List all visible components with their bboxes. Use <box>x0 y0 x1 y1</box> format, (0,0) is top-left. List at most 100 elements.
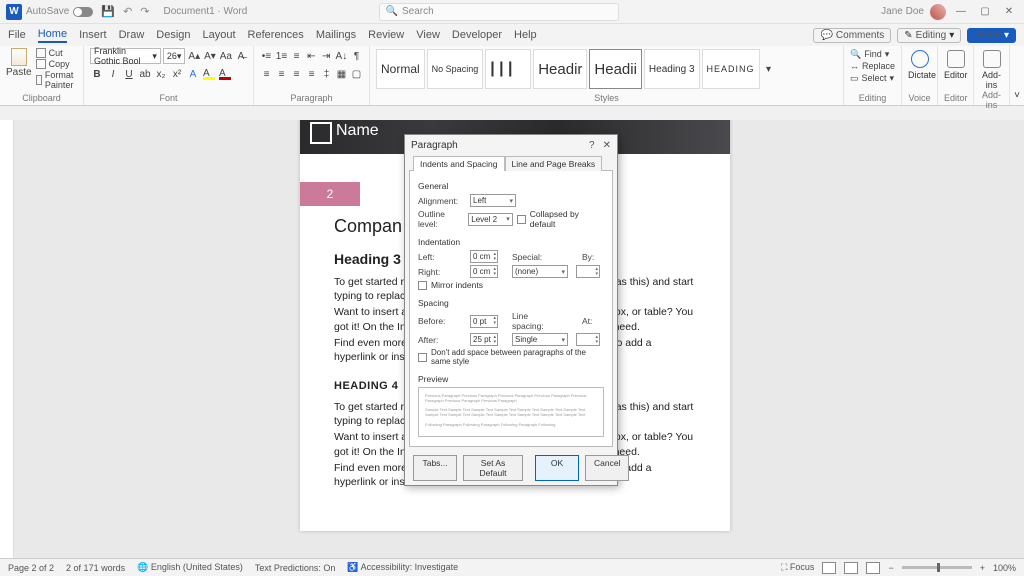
zoom-level[interactable]: 100% <box>993 563 1016 573</box>
style-heading2b[interactable]: Headii <box>589 49 642 89</box>
toggle-off-icon[interactable] <box>73 7 93 17</box>
tab-indents-spacing[interactable]: Indents and Spacing <box>413 156 505 171</box>
collapsed-checkbox[interactable] <box>517 215 526 224</box>
numbering-button[interactable]: 1≡ <box>275 48 288 64</box>
cancel-button[interactable]: Cancel <box>585 455 629 481</box>
style-heading4[interactable]: HEADING <box>702 49 760 89</box>
share-button[interactable]: Share ▾ <box>967 28 1016 43</box>
maximize-button[interactable]: ▢ <box>976 6 994 17</box>
style-heading3[interactable]: Heading 3 <box>644 49 700 89</box>
superscript-button[interactable]: x² <box>170 66 184 82</box>
cut-button[interactable]: Cut <box>36 48 78 58</box>
style-normal[interactable]: Normal <box>376 49 425 89</box>
clear-format-button[interactable]: A̶ <box>235 48 247 64</box>
alignment-select[interactable]: Left▾ <box>470 194 516 207</box>
increase-indent-button[interactable]: ⇥ <box>320 48 333 64</box>
collapse-ribbon-button[interactable]: ˅ <box>1014 90 1020 101</box>
dictate-button[interactable]: Dictate <box>908 48 931 80</box>
tab-help[interactable]: Help <box>514 29 537 41</box>
replace-button[interactable]: ↔ Replace <box>850 60 895 72</box>
tab-developer[interactable]: Developer <box>452 29 502 41</box>
change-case-button[interactable]: Aa <box>219 48 233 64</box>
font-name-select[interactable]: Franklin Gothic Bool▾ <box>90 48 161 64</box>
addins-button[interactable]: Add-ins <box>980 48 1003 90</box>
shading-button[interactable]: ▦ <box>335 66 348 82</box>
language[interactable]: 🌐 English (United States) <box>137 562 243 573</box>
styles-more-button[interactable]: ▾ <box>762 61 776 77</box>
redo-icon[interactable]: ↷ <box>140 5 149 18</box>
shrink-font-button[interactable]: A▾ <box>203 48 217 64</box>
tabs-button[interactable]: Tabs... <box>413 455 457 481</box>
text-effects-button[interactable]: A <box>186 66 200 82</box>
indent-left-input[interactable]: 0 cm <box>470 250 498 263</box>
tab-references[interactable]: References <box>248 29 304 41</box>
focus-button[interactable]: ⛶ Focus <box>781 562 814 573</box>
style-heading2[interactable]: Headir <box>533 49 587 89</box>
find-button[interactable]: 🔍 Find ▾ <box>850 48 895 60</box>
zoom-slider[interactable] <box>902 566 972 569</box>
minimize-button[interactable]: — <box>952 6 970 17</box>
italic-button[interactable]: I <box>106 66 120 82</box>
highlight-button[interactable]: A <box>202 66 216 82</box>
special-select[interactable]: (none)▾ <box>512 265 568 278</box>
user-name[interactable]: Jane Doe <box>881 6 924 17</box>
outline-select[interactable]: Level 2▾ <box>468 213 513 226</box>
tab-line-page-breaks[interactable]: Line and Page Breaks <box>505 156 603 171</box>
decrease-indent-button[interactable]: ⇤ <box>305 48 318 64</box>
show-marks-button[interactable]: ¶ <box>350 48 363 64</box>
tab-review[interactable]: Review <box>368 29 404 41</box>
autosave-toggle[interactable]: AutoSave <box>26 6 93 17</box>
web-layout-button[interactable] <box>866 562 880 574</box>
word-count[interactable]: 2 of 171 words <box>66 563 125 573</box>
tab-draw[interactable]: Draw <box>119 29 145 41</box>
tab-mailings[interactable]: Mailings <box>316 29 356 41</box>
bullets-button[interactable]: •≡ <box>260 48 273 64</box>
tab-layout[interactable]: Layout <box>203 29 236 41</box>
font-size-select[interactable]: 26▾ <box>163 48 186 64</box>
line-spacing-button[interactable]: ‡ <box>320 66 333 82</box>
undo-icon[interactable]: ↶ <box>123 5 132 18</box>
print-layout-button[interactable] <box>844 562 858 574</box>
style-nospacing[interactable]: No Spacing <box>427 49 484 89</box>
dialog-help-button[interactable]: ? <box>589 140 595 151</box>
close-button[interactable]: ✕ <box>1000 6 1018 17</box>
justify-button[interactable]: ≡ <box>305 66 318 82</box>
select-button[interactable]: ▭ Select ▾ <box>850 72 895 84</box>
borders-button[interactable]: ▢ <box>350 66 363 82</box>
format-painter-button[interactable]: Format Painter <box>36 70 78 90</box>
font-color-button[interactable]: A <box>218 66 232 82</box>
tab-insert[interactable]: Insert <box>79 29 107 41</box>
underline-button[interactable]: U <box>122 66 136 82</box>
align-right-button[interactable]: ≡ <box>290 66 303 82</box>
style-heading1[interactable]: | | | <box>485 49 531 89</box>
grow-font-button[interactable]: A▴ <box>187 48 201 64</box>
after-input[interactable]: 25 pt <box>470 333 498 346</box>
sort-button[interactable]: A↓ <box>335 48 349 64</box>
tab-home[interactable]: Home <box>38 28 67 43</box>
align-left-button[interactable]: ≡ <box>260 66 273 82</box>
avatar-icon[interactable] <box>930 4 946 20</box>
editing-mode-button[interactable]: ✎ Editing ▾ <box>897 28 961 43</box>
linespacing-select[interactable]: Single▾ <box>512 333 568 346</box>
bold-button[interactable]: B <box>90 66 104 82</box>
strike-button[interactable]: ab <box>138 66 152 82</box>
read-mode-button[interactable] <box>822 562 836 574</box>
accessibility[interactable]: ♿ Accessibility: Investigate <box>347 562 458 573</box>
search-box[interactable]: 🔍 Search <box>379 3 619 21</box>
paste-button[interactable]: Paste <box>6 48 32 90</box>
ok-button[interactable]: OK <box>535 455 579 481</box>
zoom-in-button[interactable]: + <box>980 563 985 573</box>
at-input[interactable] <box>576 333 600 346</box>
by-input[interactable] <box>576 265 600 278</box>
document-name[interactable]: Document1 · Word <box>164 6 248 17</box>
indent-right-input[interactable]: 0 cm <box>470 265 498 278</box>
set-default-button[interactable]: Set As Default <box>463 455 523 481</box>
tab-file[interactable]: File <box>8 29 26 41</box>
page-count[interactable]: Page 2 of 2 <box>8 563 54 573</box>
editor-button[interactable]: Editor <box>944 48 967 80</box>
zoom-out-button[interactable]: − <box>888 563 893 573</box>
text-predictions[interactable]: Text Predictions: On <box>255 563 336 573</box>
dialog-close-button[interactable]: ✕ <box>603 140 611 151</box>
noadd-checkbox[interactable] <box>418 353 427 362</box>
dialog-titlebar[interactable]: Paragraph ? ✕ <box>405 135 617 155</box>
